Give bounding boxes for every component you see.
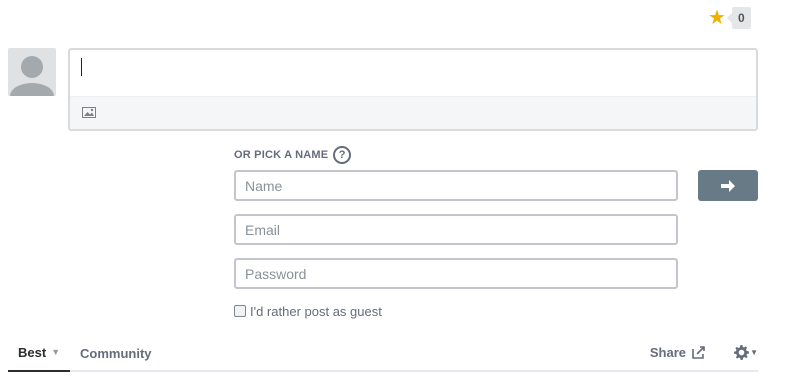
comment-textarea[interactable] <box>70 50 756 96</box>
recommend-button[interactable]: ★ 0 <box>708 7 751 29</box>
chevron-down-icon: ▼ <box>750 347 758 357</box>
share-button[interactable]: Share <box>650 334 706 370</box>
default-avatar-icon <box>8 48 56 96</box>
comment-editor[interactable] <box>68 48 758 131</box>
chevron-down-icon: ▼ <box>51 347 61 357</box>
guest-checkbox-row[interactable]: I'd rather post as guest <box>234 302 382 320</box>
tab-community[interactable]: Community <box>80 334 152 372</box>
guest-checkbox[interactable] <box>234 305 246 317</box>
gear-icon <box>734 344 750 360</box>
email-field[interactable] <box>234 214 678 245</box>
arrow-right-icon <box>721 179 735 192</box>
name-field[interactable] <box>234 170 678 201</box>
pick-name-label: OR PICK A NAME <box>234 149 329 161</box>
share-icon <box>692 345 705 359</box>
recommend-count: 0 <box>727 7 751 29</box>
share-label: Share <box>649 344 686 360</box>
submit-button[interactable] <box>698 170 758 201</box>
image-icon[interactable] <box>82 107 96 118</box>
tab-best-label: Best <box>18 344 47 360</box>
tab-best[interactable]: Best ▼ <box>8 334 70 372</box>
pick-name-heading: OR PICK A NAME ? <box>234 145 352 165</box>
tab-community-label: Community <box>80 345 152 361</box>
password-field[interactable] <box>234 258 678 289</box>
star-icon: ★ <box>708 7 726 29</box>
discussion-nav: Best ▼ Community Share ▼ <box>8 334 758 372</box>
help-icon[interactable]: ? <box>333 146 352 164</box>
editor-toolbar <box>70 96 756 129</box>
guest-checkbox-label[interactable]: I'd rather post as guest <box>250 304 382 319</box>
avatar <box>8 48 56 96</box>
text-caret <box>81 58 82 76</box>
settings-button[interactable]: ▼ <box>734 334 758 370</box>
